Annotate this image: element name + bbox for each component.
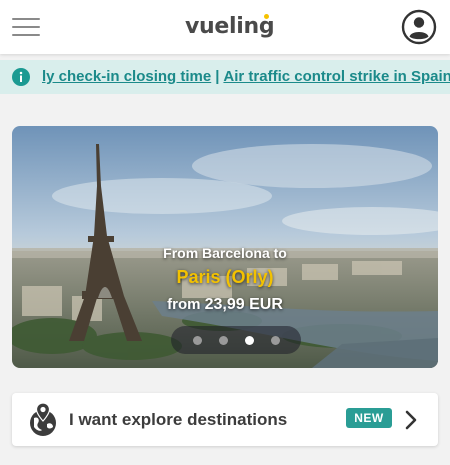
chevron-right-icon bbox=[404, 409, 418, 431]
hero-from-label: from bbox=[167, 296, 201, 313]
globe-pin-icon bbox=[28, 402, 58, 438]
logo-dot bbox=[264, 14, 269, 19]
top-header: vueling bbox=[0, 0, 450, 54]
user-profile-icon[interactable] bbox=[401, 9, 437, 45]
carousel-dot[interactable] bbox=[219, 336, 228, 345]
vueling-logo[interactable]: vueling bbox=[185, 12, 275, 42]
notice-link-checkin[interactable]: ly check-in closing time bbox=[42, 68, 211, 85]
carousel-dot[interactable] bbox=[193, 336, 202, 345]
hero-price-line: from 23,99 EUR bbox=[12, 296, 438, 314]
hero-destination: Paris (Orly) bbox=[176, 267, 274, 287]
carousel-dot[interactable] bbox=[271, 336, 280, 345]
promo-carousel[interactable]: From Barcelona to Paris (Orly) from 23,9… bbox=[12, 126, 438, 368]
hamburger-menu-icon[interactable] bbox=[12, 16, 40, 38]
carousel-pagination bbox=[171, 326, 301, 354]
info-icon bbox=[12, 68, 30, 86]
notice-link-strike[interactable]: Air traffic control strike in Spain bbox=[223, 68, 450, 85]
hero-origin-text: From Barcelona to bbox=[163, 245, 287, 261]
notice-banner: ly check-in closing time | Air traffic con… bbox=[0, 60, 450, 94]
explore-destinations-card[interactable]: I want explore destinations NEW bbox=[12, 393, 438, 446]
explore-destinations-label: I want explore destinations bbox=[69, 410, 288, 429]
notice-ticker: ly check-in closing time | Air traffic con… bbox=[42, 60, 450, 94]
carousel-dot-active[interactable] bbox=[245, 336, 254, 345]
hero-price: 23,99 EUR bbox=[204, 296, 283, 313]
notice-separator: | bbox=[215, 68, 220, 85]
new-badge: NEW bbox=[346, 408, 392, 428]
